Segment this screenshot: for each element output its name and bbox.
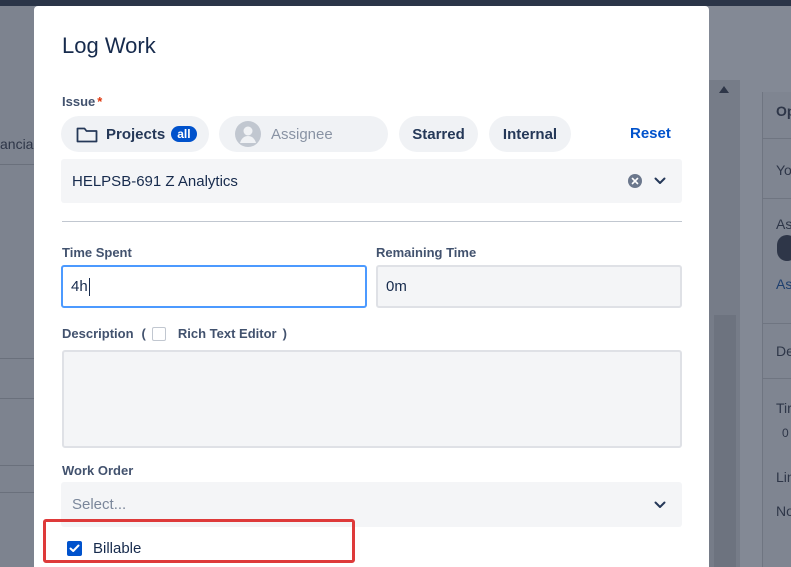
background-right-text: Tir — [776, 400, 791, 416]
time-spent-value: 4h — [71, 278, 88, 295]
background-right-text: No — [776, 503, 791, 519]
description-textarea[interactable] — [62, 350, 682, 448]
issue-label: Issue * — [62, 94, 102, 109]
background-divider — [0, 465, 34, 466]
open-paren: ( — [141, 326, 146, 341]
clear-icon[interactable] — [628, 174, 642, 188]
scroll-up-arrow-icon[interactable] — [719, 86, 729, 93]
remaining-time-input[interactable]: 0m — [376, 265, 682, 308]
text-caret — [88, 277, 90, 296]
issue-select[interactable]: HELPSB-691 Z Analytics — [61, 159, 682, 203]
background-scroll-thumb[interactable] — [714, 315, 736, 567]
description-label: Description — [62, 326, 134, 341]
issue-selected-value: HELPSB-691 Z Analytics — [72, 172, 238, 190]
background-right-text: As — [776, 216, 791, 232]
background-left-text: ancia — [0, 136, 34, 152]
highlight-box — [43, 519, 355, 563]
background-right-text: De — [776, 343, 791, 359]
background-divider — [0, 492, 34, 493]
starred-filter-label: Starred — [412, 125, 465, 143]
background-avatar-icon — [777, 235, 791, 261]
starred-filter-chip[interactable]: Starred — [399, 116, 478, 152]
remaining-time-label: Remaining Time — [376, 245, 477, 260]
assignee-filter-label: Assignee — [271, 125, 333, 143]
issue-label-text: Issue — [62, 94, 96, 109]
rich-text-editor-checkbox[interactable] — [151, 326, 166, 341]
background-right-text: Lin — [776, 469, 791, 485]
internal-filter-chip[interactable]: Internal — [489, 116, 571, 152]
reset-filters-link[interactable]: Reset — [630, 125, 671, 142]
projects-filter-chip[interactable]: Projects all — [61, 116, 209, 152]
background-right-text: 0 — [782, 426, 789, 440]
internal-filter-label: Internal — [502, 125, 558, 143]
time-spent-input[interactable]: 4h — [61, 265, 367, 308]
time-spent-label: Time Spent — [62, 245, 132, 260]
chevron-down-icon[interactable] — [654, 177, 666, 185]
chevron-down-icon[interactable] — [654, 501, 666, 509]
remaining-time-value: 0m — [386, 278, 407, 295]
background-right-text: Yo — [776, 162, 791, 178]
background-divider — [0, 164, 34, 165]
background-divider — [762, 138, 791, 139]
avatar-icon — [235, 121, 261, 147]
close-paren: ) — [282, 326, 287, 341]
background-left-panel: ancia — [0, 6, 34, 567]
work-order-placeholder: Select... — [72, 496, 127, 513]
modal-title: Log Work — [62, 33, 156, 58]
assignee-filter-chip[interactable]: Assignee — [219, 116, 388, 152]
projects-filter-label: Projects — [106, 125, 166, 143]
background-divider — [762, 198, 791, 199]
description-label-row: Description ( Rich Text Editor ) — [62, 326, 287, 341]
background-divider — [762, 323, 791, 324]
section-divider — [62, 221, 682, 222]
background-divider — [762, 378, 791, 379]
rich-text-editor-label: Rich Text Editor — [177, 326, 277, 341]
work-order-label: Work Order — [62, 463, 134, 478]
projects-all-badge: all — [171, 126, 197, 142]
background-right-link[interactable]: As — [776, 276, 791, 292]
folder-icon — [76, 127, 98, 142]
log-work-modal: Log Work Issue * Projects all Assignee St… — [34, 6, 709, 567]
required-marker: * — [97, 94, 103, 109]
background-right-text: Op — [776, 103, 791, 119]
background-divider — [0, 358, 34, 359]
background-divider — [0, 398, 34, 399]
